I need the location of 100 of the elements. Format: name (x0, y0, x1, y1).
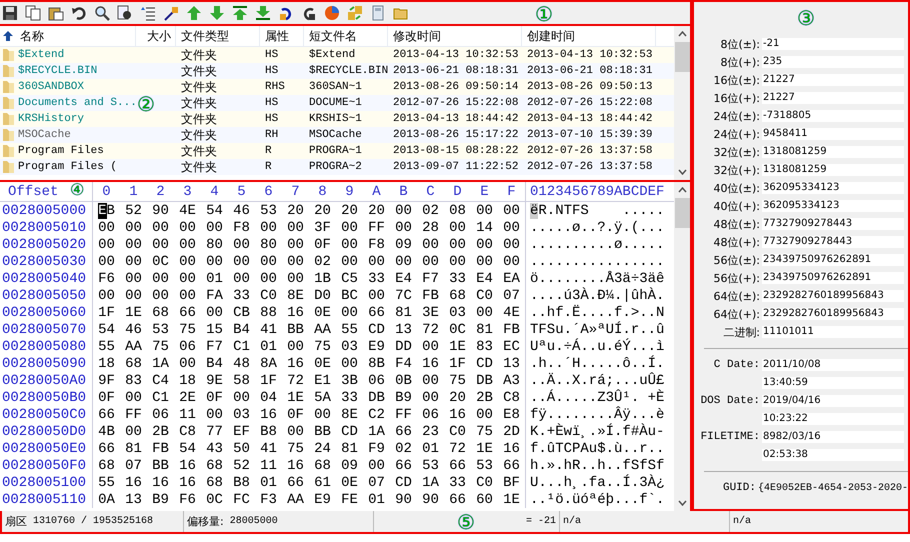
hex-byte[interactable]: 54 (93, 322, 120, 338)
value-field[interactable]: 21227 (762, 74, 904, 86)
hex-byte[interactable]: 00 (336, 356, 363, 372)
hex-byte[interactable]: 00 (498, 236, 525, 252)
hex-byte[interactable]: AA (120, 338, 147, 354)
hex-byte[interactable]: 16 (147, 474, 174, 490)
value-field[interactable]: 2329282760189956843 (762, 290, 904, 302)
hex-byte[interactable]: 0E (309, 304, 336, 320)
value-field[interactable]: 23439750976262891 (762, 272, 904, 284)
hex-byte[interactable]: 1A (147, 356, 174, 372)
hex-byte[interactable]: 0C (201, 492, 228, 508)
hex-byte[interactable]: 02 (417, 202, 444, 218)
hex-byte[interactable]: 72 (444, 440, 471, 456)
hex-byte[interactable]: 75 (174, 322, 201, 338)
value-field[interactable]: 23439750976262891 (762, 254, 904, 266)
hex-byte[interactable]: F8 (228, 220, 255, 236)
hex-byte[interactable]: 00 (336, 254, 363, 270)
paste-icon[interactable] (48, 5, 64, 21)
hex-byte[interactable]: 00 (120, 254, 147, 270)
value-field[interactable]: 8982/03/16 (762, 431, 904, 443)
hex-byte[interactable]: C8 (498, 390, 525, 406)
hex-byte[interactable]: DB (363, 390, 390, 406)
value-field[interactable]: 1318081259 (762, 164, 904, 176)
hex-byte[interactable]: E4 (471, 270, 498, 286)
value-field[interactable]: 77327909278443 (762, 236, 904, 248)
hex-byte[interactable]: 72 (282, 372, 309, 388)
hex-byte[interactable]: 68 (201, 474, 228, 490)
hex-byte[interactable]: 0C (147, 254, 174, 270)
hex-byte[interactable]: F9 (363, 440, 390, 456)
hex-byte[interactable]: 00 (201, 406, 228, 422)
hex-byte[interactable]: 33 (363, 270, 390, 286)
hex-byte[interactable]: 00 (336, 220, 363, 236)
hex-byte[interactable]: 00 (228, 390, 255, 406)
hex-byte[interactable]: 2B (471, 390, 498, 406)
hex-byte[interactable]: 20 (363, 202, 390, 218)
hex-byte[interactable]: 00 (93, 220, 120, 236)
bottom-arrow-icon[interactable] (255, 5, 271, 21)
hex-byte[interactable]: F3 (255, 492, 282, 508)
hex-byte[interactable]: 68 (147, 304, 174, 320)
hex-byte[interactable]: C2 (363, 406, 390, 422)
hex-byte[interactable]: 55 (93, 338, 120, 354)
hex-byte[interactable]: 00 (147, 220, 174, 236)
hex-byte[interactable]: C4 (147, 372, 174, 388)
column-header[interactable]: 名称 (20, 28, 44, 44)
hex-byte[interactable]: 66 (93, 406, 120, 422)
hex-byte[interactable]: EC (498, 338, 525, 354)
hex-byte[interactable]: 16 (174, 474, 201, 490)
hex-byte[interactable]: 00 (174, 356, 201, 372)
hex-byte[interactable]: 13 (390, 322, 417, 338)
hex-byte[interactable]: 09 (390, 236, 417, 252)
value-field[interactable]: 362095334123 (762, 182, 904, 194)
hex-byte[interactable]: 00 (471, 236, 498, 252)
hex-byte[interactable]: 16 (498, 440, 525, 456)
hex-byte[interactable]: 52 (120, 202, 147, 218)
hex-byte[interactable]: 3E (417, 304, 444, 320)
hex-byte[interactable]: 28 (417, 220, 444, 236)
hex-byte[interactable]: 0E (336, 474, 363, 490)
hex-byte[interactable]: CD (471, 356, 498, 372)
hex-byte[interactable]: 00 (282, 424, 309, 440)
hex-byte[interactable]: F4 (390, 356, 417, 372)
value-field[interactable]: -7318805 (762, 110, 904, 122)
hex-byte[interactable]: E8 (498, 406, 525, 422)
hex-byte[interactable]: C0 (471, 474, 498, 490)
hex-byte[interactable]: B4 (201, 356, 228, 372)
hex-byte[interactable]: 83 (471, 338, 498, 354)
hex-byte[interactable]: 00 (417, 372, 444, 388)
hex-byte[interactable]: 00 (255, 254, 282, 270)
hex-byte[interactable]: 04 (255, 390, 282, 406)
value-field[interactable]: 2329282760189956843 (762, 308, 904, 320)
hex-byte[interactable]: E1 (309, 372, 336, 388)
hex-byte[interactable]: 00 (174, 236, 201, 252)
hex-byte[interactable]: 00 (282, 254, 309, 270)
hex-byte[interactable]: 48 (228, 356, 255, 372)
hex-byte[interactable]: 00 (174, 220, 201, 236)
hex-byte[interactable]: B9 (147, 492, 174, 508)
hex-byte[interactable]: 4E (174, 202, 201, 218)
scroll-up-icon[interactable] (678, 31, 686, 37)
hex-byte[interactable]: 53 (417, 458, 444, 474)
hex-byte[interactable]: C1 (228, 338, 255, 354)
hex-byte[interactable]: AA (309, 322, 336, 338)
hex-byte[interactable]: 16 (282, 304, 309, 320)
hex-byte[interactable]: BB (147, 458, 174, 474)
hex-byte[interactable]: 00 (336, 236, 363, 252)
hex-byte[interactable]: 06 (363, 372, 390, 388)
value-field[interactable]: 362095334123 (762, 200, 904, 212)
hex-byte[interactable]: 00 (255, 220, 282, 236)
hex-byte[interactable]: 41 (255, 440, 282, 456)
hex-byte[interactable]: EA (498, 270, 525, 286)
hex-byte[interactable]: E4 (390, 270, 417, 286)
value-field[interactable]: 21227 (762, 92, 904, 104)
hex-byte[interactable]: BC (336, 288, 363, 304)
hex-byte[interactable]: 00 (120, 270, 147, 286)
hex-byte[interactable]: 0F (309, 236, 336, 252)
hex-byte[interactable]: 68 (93, 458, 120, 474)
hex-byte[interactable]: 06 (147, 406, 174, 422)
value-field[interactable]: -21 (762, 38, 904, 50)
search-icon[interactable] (94, 5, 110, 21)
hex-byte[interactable]: BB (282, 322, 309, 338)
hex-byte[interactable]: 66 (444, 458, 471, 474)
hex-byte[interactable]: 00 (201, 254, 228, 270)
